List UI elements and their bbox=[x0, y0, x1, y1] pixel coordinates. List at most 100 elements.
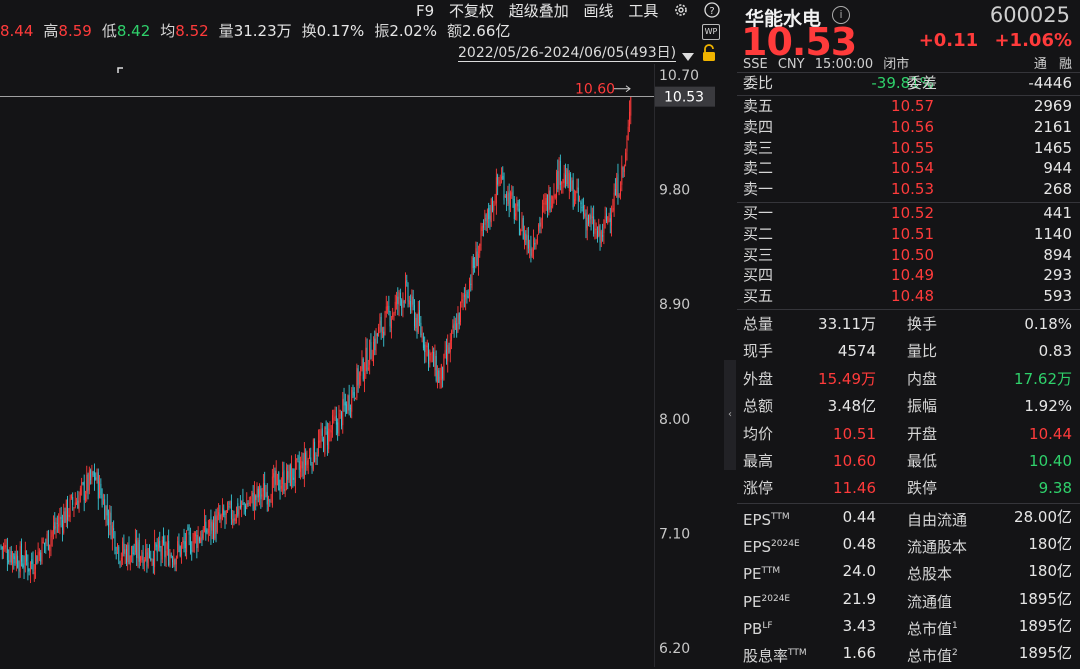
menu-tools[interactable]: 工具 bbox=[628, 2, 658, 20]
candle-body bbox=[617, 174, 619, 199]
candle-body bbox=[524, 232, 525, 243]
candle-body bbox=[1, 546, 3, 550]
date-range-selector[interactable]: 2022/05/26-2024/06/05(493日) bbox=[458, 45, 677, 62]
candle-body bbox=[312, 439, 314, 470]
candle-body bbox=[187, 527, 189, 531]
candle-body bbox=[316, 454, 318, 457]
metric-name: 总股本 bbox=[907, 565, 953, 584]
candle-body bbox=[557, 170, 559, 189]
candle-body bbox=[553, 194, 555, 197]
candle-body bbox=[424, 344, 426, 353]
help-icon[interactable]: ? bbox=[704, 1, 720, 22]
candle-body bbox=[387, 305, 389, 311]
menu-f9[interactable]: F9 bbox=[416, 2, 434, 20]
menu-adjust[interactable]: 不复权 bbox=[449, 2, 494, 20]
stat-label: 量 bbox=[218, 22, 234, 40]
metric-name: 流通股本 bbox=[907, 538, 968, 557]
candle-body bbox=[95, 477, 97, 480]
menu-overlay[interactable]: 超级叠加 bbox=[509, 2, 569, 20]
candle-body bbox=[44, 542, 45, 545]
candle-body bbox=[420, 322, 422, 336]
candle-body bbox=[529, 249, 531, 251]
candle-body bbox=[562, 179, 564, 184]
candle-body bbox=[223, 509, 225, 516]
candle-body bbox=[229, 501, 231, 505]
metric-value: 21.9 bbox=[842, 589, 876, 608]
stat-value: 33.11万 bbox=[818, 315, 876, 333]
metric-label: 总市值2 bbox=[907, 640, 958, 669]
level-label: 买四 bbox=[743, 266, 774, 285]
candle-body bbox=[612, 208, 614, 212]
candle-body bbox=[99, 481, 101, 498]
candle-body bbox=[54, 522, 56, 530]
candle-body bbox=[384, 311, 386, 336]
candle-body bbox=[566, 169, 568, 185]
candle-body bbox=[486, 209, 488, 223]
candle-body bbox=[297, 456, 299, 460]
candlestick-chart[interactable]: 10.70 9.80 8.90 8.00 7.10 6.20 10.53 10.60 bbox=[0, 64, 722, 667]
candle-body bbox=[483, 222, 485, 228]
candle-body bbox=[173, 556, 175, 566]
candle-body bbox=[204, 518, 205, 532]
change-percent: +1.06% bbox=[994, 30, 1072, 51]
candle-body bbox=[285, 467, 287, 490]
panel-collapse-handle[interactable]: ‹ bbox=[724, 360, 736, 470]
candle-body bbox=[225, 510, 227, 515]
candle-body bbox=[545, 198, 547, 205]
fundamental-row: 股息率TTM 1.66 总市值2 1895亿 bbox=[737, 640, 1080, 666]
candle-body bbox=[547, 194, 549, 213]
stat-value: 0.83 bbox=[1038, 342, 1072, 361]
candle-body bbox=[485, 214, 487, 222]
candle-body bbox=[76, 502, 77, 505]
candle-body bbox=[242, 499, 244, 502]
candle-body bbox=[492, 199, 493, 212]
level-price: 10.48 bbox=[891, 287, 934, 306]
settings-gear-icon[interactable] bbox=[673, 2, 689, 22]
candle-body bbox=[366, 347, 368, 372]
candle-body bbox=[567, 168, 569, 188]
candle-body bbox=[376, 333, 378, 336]
candle-body bbox=[101, 494, 103, 506]
wp-toggle-icon[interactable]: WP bbox=[702, 24, 720, 40]
fundamental-row: PBLF 3.43 总市值1 1895亿 bbox=[737, 613, 1080, 639]
candle-body bbox=[274, 470, 276, 485]
candle-body bbox=[471, 260, 473, 289]
candle-body bbox=[497, 175, 499, 185]
candle-body bbox=[431, 351, 433, 354]
change-amount: +0.11 bbox=[918, 30, 979, 51]
candle-body bbox=[590, 214, 592, 220]
chart-corner-marker bbox=[117, 67, 123, 73]
candle-body bbox=[6, 548, 8, 560]
candle-body bbox=[374, 338, 376, 351]
candle-body bbox=[227, 502, 229, 513]
candle-body bbox=[45, 542, 47, 544]
candle-body bbox=[136, 540, 138, 559]
candle-body bbox=[575, 190, 577, 201]
fundamental-row: PETTM 24.0 总股本 180亿 bbox=[737, 558, 1080, 584]
candle-body bbox=[241, 500, 243, 507]
candle-body bbox=[375, 332, 377, 352]
stat-value: 10.60 bbox=[833, 452, 876, 470]
candle-body bbox=[141, 555, 143, 560]
stat-row: 外盘 15.49万 内盘 17.62万 bbox=[737, 366, 1080, 392]
candle-body bbox=[333, 418, 335, 420]
order-book-row: 卖五 10.57 2969 bbox=[737, 96, 1080, 116]
candle-body bbox=[630, 96, 632, 116]
candle-body bbox=[579, 198, 581, 200]
candle-body bbox=[329, 429, 331, 431]
candle-body bbox=[438, 370, 440, 383]
candle-body bbox=[38, 551, 40, 556]
candle-body bbox=[330, 430, 332, 433]
candle-body bbox=[5, 545, 7, 548]
candle-body bbox=[92, 471, 94, 476]
menu-draw[interactable]: 画线 bbox=[584, 2, 614, 20]
candle-body bbox=[105, 506, 107, 523]
candle-body bbox=[19, 546, 21, 573]
unlock-icon[interactable] bbox=[701, 44, 717, 66]
level-volume: 944 bbox=[1043, 159, 1072, 178]
candle-body bbox=[264, 483, 266, 500]
exchange: SSE bbox=[743, 57, 768, 72]
candle-body bbox=[15, 553, 17, 564]
level-volume: 441 bbox=[1043, 204, 1072, 222]
level-price: 10.54 bbox=[891, 159, 934, 178]
